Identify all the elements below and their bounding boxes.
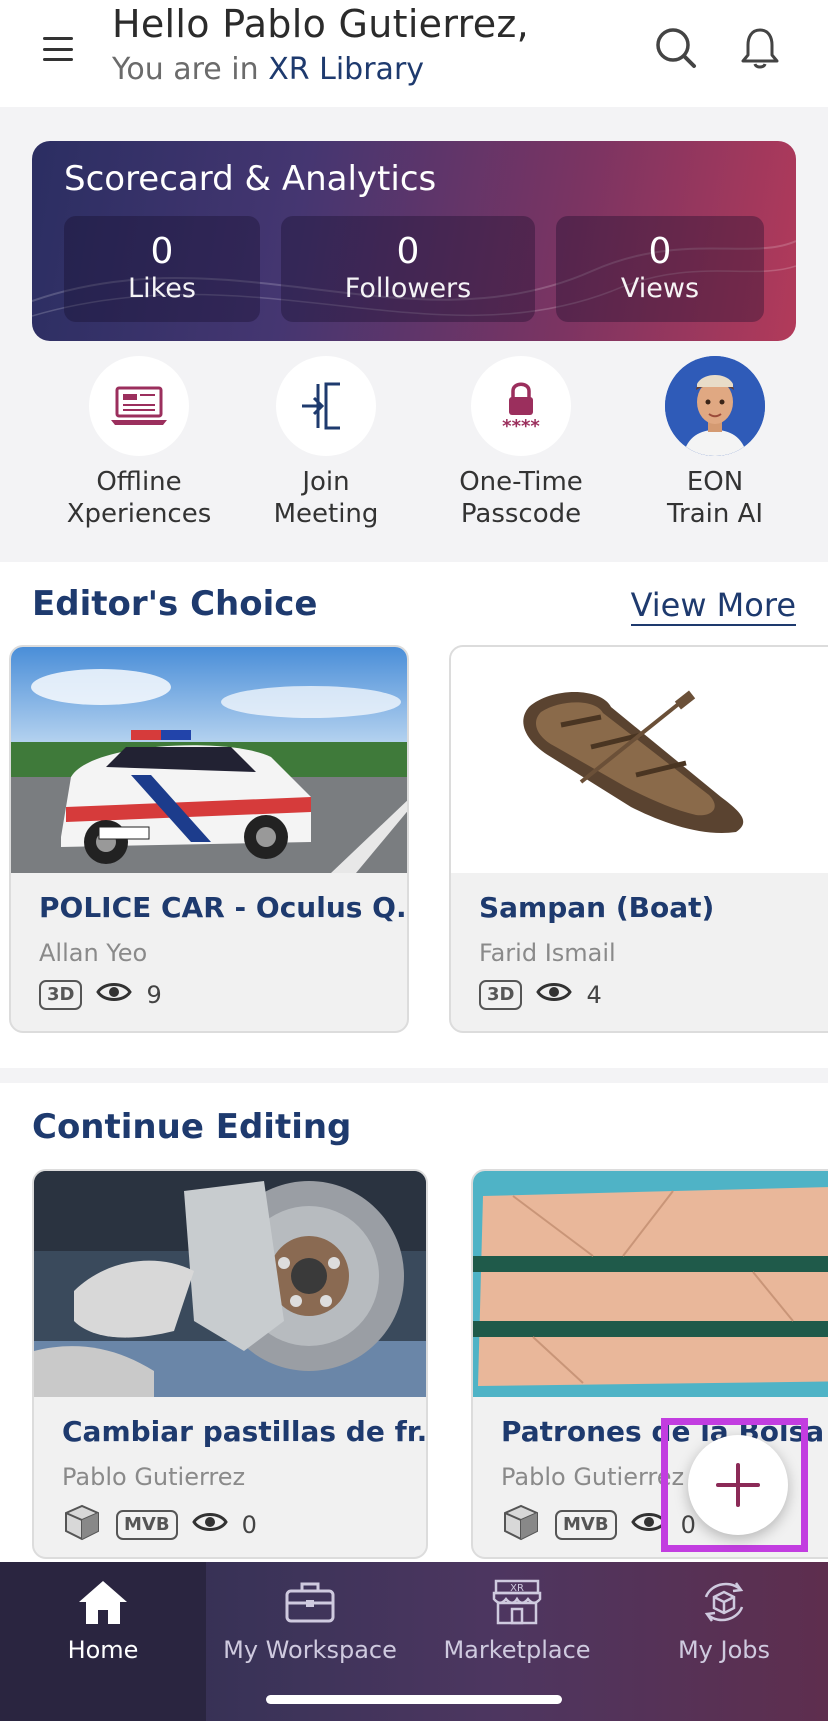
badge-mvb: MVB	[116, 1510, 178, 1540]
view-count: 0	[241, 1511, 257, 1539]
home-icon	[0, 1574, 206, 1630]
stat-followers[interactable]: 0 Followers	[281, 216, 535, 322]
card-title: Cambiar pastillas de fr...	[62, 1415, 428, 1448]
briefcase-icon	[206, 1574, 414, 1630]
menu-icon[interactable]	[40, 34, 76, 64]
content-card-police-car[interactable]: POLICE CAR - Oculus Q... Allan Yeo 3D 9	[9, 645, 409, 1033]
nav-label: Marketplace	[443, 1636, 591, 1664]
card-author: Pablo Gutierrez	[501, 1463, 685, 1491]
jobs-icon	[620, 1574, 828, 1630]
editors-choice-title: Editor's Choice	[32, 584, 318, 624]
brake-disc-thumbnail	[34, 1171, 426, 1397]
content-card-sampan-boat[interactable]: Sampan (Boat) Farid Ismail 3D 4	[449, 645, 828, 1033]
police-car-thumbnail	[11, 647, 407, 873]
stat-likes-value: 0	[150, 231, 174, 272]
view-count: 4	[586, 981, 602, 1009]
sampan-boat-thumbnail	[451, 647, 828, 873]
badge-3d: 3D	[39, 980, 83, 1010]
scorecard-panel: Scorecard & Analytics 0 Likes 0 Follower…	[32, 141, 796, 341]
card-author: Pablo Gutierrez	[62, 1463, 246, 1491]
quick-label: EON Train AI	[666, 467, 764, 529]
stat-views[interactable]: 0 Views	[556, 216, 764, 322]
continue-editing-title: Continue Editing	[32, 1107, 352, 1147]
svg-text:****: ****	[502, 416, 540, 436]
card-title: POLICE CAR - Oculus Q...	[39, 891, 409, 924]
join-meeting-icon	[276, 356, 376, 456]
scorecard-title: Scorecard & Analytics	[64, 159, 437, 199]
nav-label: My Jobs	[677, 1636, 771, 1664]
quick-one-time-passcode[interactable]: **** One-Time Passcode	[431, 356, 611, 530]
nav-home[interactable]: Home	[0, 1562, 206, 1721]
badge-3d: 3D	[479, 980, 523, 1010]
location-prefix: You are in	[112, 52, 259, 87]
view-more-link[interactable]: View More	[630, 586, 796, 626]
editors-choice-section: Editor's Choice View More POLICE CAR - O…	[0, 562, 828, 1068]
quick-label: One-Time Passcode	[459, 467, 583, 529]
badge-mvb: MVB	[555, 1510, 617, 1540]
card-title: Sampan (Boat)	[479, 891, 715, 924]
stat-likes-label: Likes	[128, 273, 196, 304]
view-count: 9	[146, 981, 162, 1009]
greeting: Hello Pablo Gutierrez,	[112, 2, 530, 46]
stat-likes[interactable]: 0 Likes	[64, 216, 260, 322]
nav-my-jobs[interactable]: My Jobs	[620, 1562, 828, 1721]
location-line: You are in XR Library	[112, 52, 424, 87]
cube-icon	[62, 1503, 102, 1547]
plus-icon	[716, 1463, 760, 1507]
location-name[interactable]: XR Library	[268, 52, 424, 87]
home-indicator	[266, 1695, 562, 1704]
quick-offline-xperiences[interactable]: Offline Xperiences	[49, 356, 229, 530]
bell-icon[interactable]	[736, 24, 784, 72]
app-header: Hello Pablo Gutierrez, You are in XR Lib…	[0, 0, 828, 107]
cube-icon	[501, 1503, 541, 1547]
add-button[interactable]	[688, 1435, 788, 1535]
quick-label: Join Meeting	[273, 467, 379, 529]
search-icon[interactable]	[652, 24, 700, 72]
quick-join-meeting[interactable]: Join Meeting	[236, 356, 416, 530]
quick-label: Offline Xperiences	[66, 467, 212, 529]
paper-pattern-thumbnail	[473, 1171, 828, 1397]
laptop-icon	[89, 356, 189, 456]
avatar-icon	[665, 356, 765, 456]
lock-passcode-icon: ****	[471, 356, 571, 456]
quick-actions: Offline Xperiences Join Meeting **** One…	[0, 341, 828, 561]
stat-followers-value: 0	[396, 231, 420, 272]
quick-eon-train-ai[interactable]: EON Train AI	[625, 356, 805, 530]
stat-views-label: Views	[620, 273, 700, 304]
nav-label: Home	[67, 1636, 139, 1664]
stat-views-value: 0	[648, 231, 672, 272]
card-meta: MVB 0	[62, 1503, 257, 1547]
nav-label: My Workspace	[223, 1636, 397, 1664]
eye-icon	[191, 1510, 228, 1540]
stat-followers-label: Followers	[344, 273, 472, 304]
content-card-brake-pads[interactable]: Cambiar pastillas de fr... Pablo Gutierr…	[32, 1169, 428, 1559]
card-author: Allan Yeo	[39, 939, 148, 967]
eye-icon	[96, 980, 133, 1010]
card-author: Farid Ismail	[479, 939, 616, 967]
card-meta: 3D 4	[479, 980, 602, 1010]
card-meta: 3D 9	[39, 980, 162, 1010]
store-icon: XR	[414, 1574, 620, 1630]
eye-icon	[536, 980, 573, 1010]
